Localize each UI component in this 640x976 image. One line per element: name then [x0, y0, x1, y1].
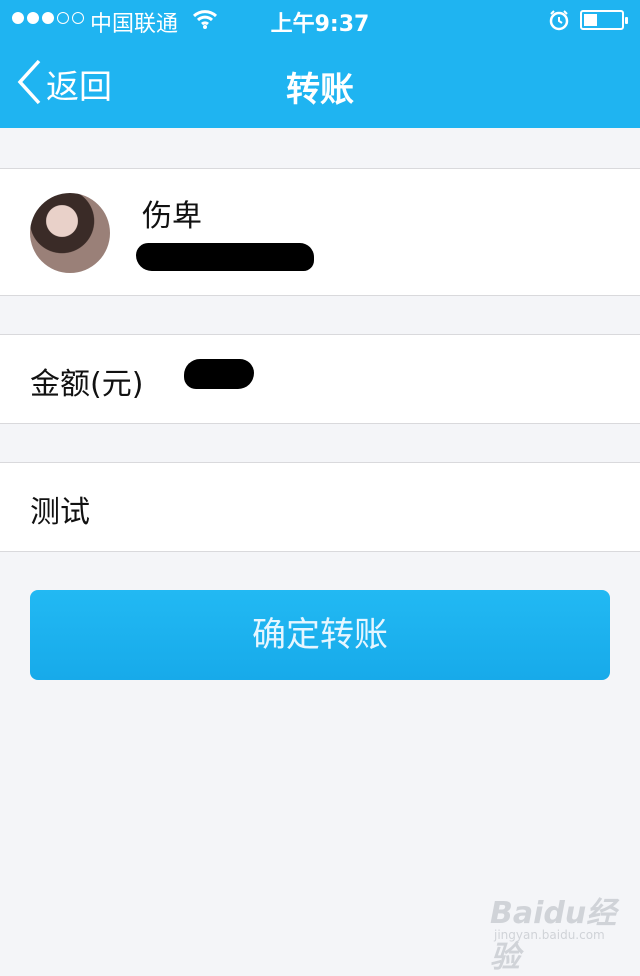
redacted-amount-value [184, 359, 254, 389]
amount-label: 金额(元) [30, 367, 144, 402]
page-title: 转账 [286, 70, 354, 110]
navigation-bar: 返回 转账 [0, 40, 640, 128]
status-time: 上午9:37 [270, 12, 370, 37]
alarm-icon [548, 9, 570, 37]
confirm-transfer-button[interactable]: 确定转账 [30, 590, 610, 680]
watermark-url: jingyan.baidu.com [494, 928, 605, 942]
memo-row[interactable]: 测试 [0, 462, 640, 552]
amount-row[interactable]: 金额(元) [0, 334, 640, 424]
avatar [30, 193, 110, 273]
battery-icon [580, 10, 628, 30]
redacted-account [136, 243, 314, 271]
status-bar: 中国联通 上午9:37 [0, 0, 640, 40]
recipient-name: 伤卑 [142, 199, 202, 234]
battery-level [584, 14, 597, 26]
recipient-card: 伤卑 [0, 168, 640, 296]
watermark: Baidu经验 jingyan.baidu.com [490, 888, 620, 975]
memo-field[interactable]: 测试 [30, 487, 90, 531]
